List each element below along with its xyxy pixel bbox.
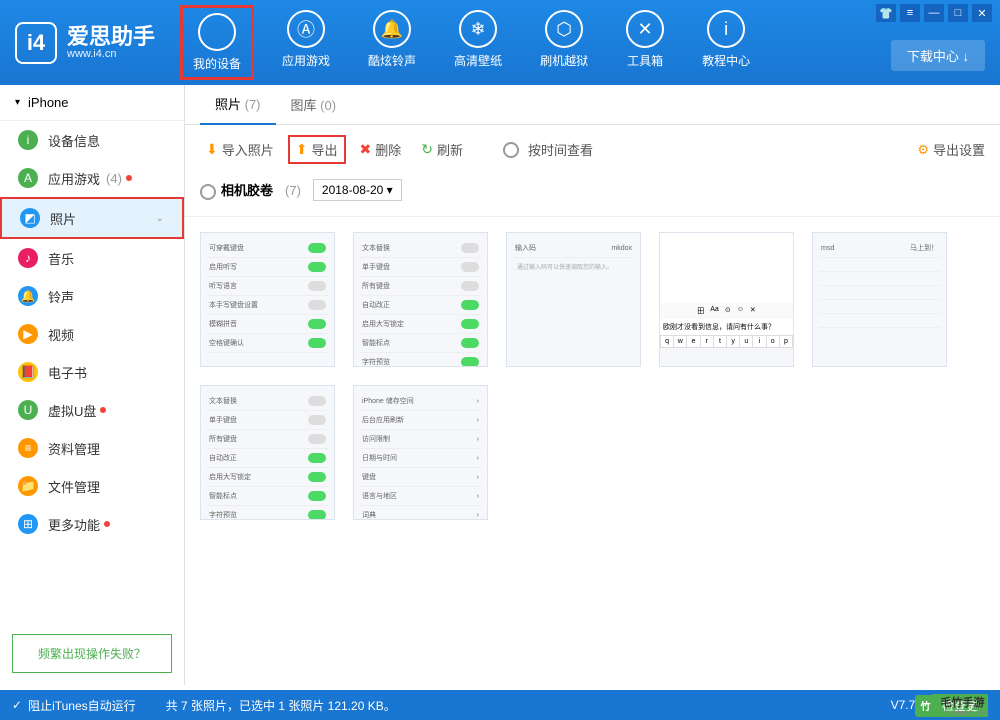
sidebar-icon: ◩ xyxy=(20,208,40,228)
import-button[interactable]: ⬇导入照片 xyxy=(200,137,280,162)
date-selector[interactable]: 2018-08-20 ▾ xyxy=(313,179,402,201)
nav-我的设备[interactable]: 我的设备 xyxy=(180,5,254,80)
nav-教程中心[interactable]: i教程中心 xyxy=(692,5,760,80)
itunes-toggle[interactable]: ✓ 阻止iTunes自动运行 xyxy=(12,697,136,714)
thumbnail[interactable]: 输入码mkdox通过输入码可以快速调取您的输入。 xyxy=(506,232,641,367)
sidebar-icon: U xyxy=(18,400,38,420)
toolbar: ⬇导入照片 ⬆导出 ✖删除 ↻刷新 按时间查看 ⚙导出设置 xyxy=(185,125,1000,174)
sidebar-item-虚拟U盘[interactable]: U虚拟U盘 xyxy=(0,391,184,429)
sidebar-item-文件管理[interactable]: 📁文件管理 xyxy=(0,467,184,505)
minimize-button[interactable]: — xyxy=(924,4,944,22)
sidebar-item-应用游戏[interactable]: A应用游戏(4) xyxy=(0,159,184,197)
sidebar-icon: 🔔 xyxy=(18,286,38,306)
nav-高清壁纸[interactable]: ❄高清壁纸 xyxy=(444,5,512,80)
nav-icon: i xyxy=(707,10,745,48)
nav-icon xyxy=(198,13,236,51)
export-settings-button[interactable]: ⚙导出设置 xyxy=(917,140,985,159)
thumbnail[interactable]: msd马上到！ xyxy=(812,232,947,367)
sidebar-item-照片[interactable]: ◩照片⌄ xyxy=(0,197,184,239)
thumbnail[interactable]: 田Aa⊙☺✕欧刚才没看到信息，请问有什么事？qwertyuiop xyxy=(659,232,794,367)
nav-刷机越狱[interactable]: ⬡刷机越狱 xyxy=(530,5,598,80)
sidebar-icon: ≡ xyxy=(18,438,38,458)
header: i4 爱思助手 www.i4.cn 我的设备 Ⓐ应用游戏 🔔酷炫铃声 ❄高清壁纸 ⬡刷机… xyxy=(0,0,1000,85)
main-panel: 照片 (7)图库 (0) ⬇导入照片 ⬆导出 ✖删除 ↻刷新 按时间查看 ⚙导出… xyxy=(185,85,1000,685)
faq-button[interactable]: 频繁出现操作失败？ xyxy=(12,634,172,673)
notification-dot xyxy=(126,175,132,181)
sidebar-item-资料管理[interactable]: ≡资料管理 xyxy=(0,429,184,467)
close-button[interactable]: ✕ xyxy=(972,4,992,22)
chevron-down-icon: ⌄ xyxy=(156,213,164,224)
sidebar-icon: ⊞ xyxy=(18,514,38,534)
sidebar-item-设备信息[interactable]: i设备信息 xyxy=(0,121,184,159)
notification-dot xyxy=(100,407,106,413)
watermark: 竹 毛竹手游 maozhusd.com xyxy=(915,694,988,717)
sidebar-icon: A xyxy=(18,168,38,188)
filter-row: 相机胶卷 (7) 2018-08-20 ▾ xyxy=(185,174,1000,217)
sidebar-item-更多功能[interactable]: ⊞更多功能 xyxy=(0,505,184,543)
album-radio[interactable]: 相机胶卷 xyxy=(200,180,273,200)
nav-icon: ⬡ xyxy=(545,10,583,48)
export-button[interactable]: ⬆导出 xyxy=(288,135,346,164)
sidebar-item-视频[interactable]: ▶视频 xyxy=(0,315,184,353)
maximize-button[interactable]: □ xyxy=(948,4,968,22)
skin-button[interactable]: 👕 xyxy=(876,4,896,22)
nav-icon: Ⓐ xyxy=(287,10,325,48)
sidebar-icon: ♪ xyxy=(18,248,38,268)
sidebar-item-电子书[interactable]: 📕电子书 xyxy=(0,353,184,391)
nav-icon: ✕ xyxy=(626,10,664,48)
sidebar-item-铃声[interactable]: 🔔铃声 xyxy=(0,277,184,315)
app-name: 爱思助手 xyxy=(67,26,155,48)
nav-icon: 🔔 xyxy=(373,10,411,48)
menu-button[interactable]: ≡ xyxy=(900,4,920,22)
sidebar-icon: i xyxy=(18,130,38,150)
logo: i4 爱思助手 www.i4.cn xyxy=(15,22,155,64)
album-count: (7) xyxy=(285,183,301,198)
tabs: 照片 (7)图库 (0) xyxy=(185,85,1000,125)
sidebar-icon: ▶ xyxy=(18,324,38,344)
device-selector[interactable]: iPhone xyxy=(0,85,184,121)
statusbar: ✓ 阻止iTunes自动运行 共 7 张照片，已选中 1 张照片 121.20 … xyxy=(0,690,1000,720)
status-info: 共 7 张照片，已选中 1 张照片 121.20 KB。 xyxy=(166,697,396,714)
thumbnail-grid: 可穿戴键盘启用听写听写语言本手写键盘设置模糊拼音空格键确认文本替换单手键盘所有键… xyxy=(185,217,1000,535)
delete-button[interactable]: ✖删除 xyxy=(354,137,408,162)
sidebar: iPhone i设备信息A应用游戏(4)◩照片⌄♪音乐🔔铃声▶视频📕电子书U虚拟… xyxy=(0,85,185,685)
nav-酷炫铃声[interactable]: 🔔酷炫铃声 xyxy=(358,5,426,80)
nav-工具箱[interactable]: ✕工具箱 xyxy=(616,5,674,80)
thumbnail[interactable]: 文本替换单手键盘所有键盘自动改正启用大写锁定智能标点字符预览 xyxy=(200,385,335,520)
thumbnail[interactable]: iPhone 储存空间›后台应用刷新›访问限制›日期与时间›键盘›语言与地区›词… xyxy=(353,385,488,520)
logo-icon: i4 xyxy=(15,22,57,64)
app-domain: www.i4.cn xyxy=(67,48,155,60)
window-controls: 👕≡—□✕ xyxy=(876,4,992,22)
view-by-time-button[interactable]: 按时间查看 xyxy=(497,137,599,162)
thumbnail[interactable]: 可穿戴键盘启用听写听写语言本手写键盘设置模糊拼音空格键确认 xyxy=(200,232,335,367)
refresh-button[interactable]: ↻刷新 xyxy=(415,137,469,162)
sidebar-item-音乐[interactable]: ♪音乐 xyxy=(0,239,184,277)
tab-照片[interactable]: 照片 (7) xyxy=(200,84,276,125)
watermark-icon: 竹 xyxy=(915,695,937,717)
sidebar-icon: 📁 xyxy=(18,476,38,496)
top-nav: 我的设备 Ⓐ应用游戏 🔔酷炫铃声 ❄高清壁纸 ⬡刷机越狱 ✕工具箱 i教程中心 xyxy=(180,5,760,80)
download-center-button[interactable]: 下载中心 ↓ xyxy=(891,40,985,71)
nav-应用游戏[interactable]: Ⓐ应用游戏 xyxy=(272,5,340,80)
thumbnail[interactable]: 文本替换单手键盘所有键盘自动改正启用大写锁定智能标点字符预览 xyxy=(353,232,488,367)
check-icon: ✓ xyxy=(12,698,22,712)
notification-dot xyxy=(104,521,110,527)
nav-icon: ❄ xyxy=(459,10,497,48)
sidebar-icon: 📕 xyxy=(18,362,38,382)
tab-图库[interactable]: 图库 (0) xyxy=(276,85,352,124)
